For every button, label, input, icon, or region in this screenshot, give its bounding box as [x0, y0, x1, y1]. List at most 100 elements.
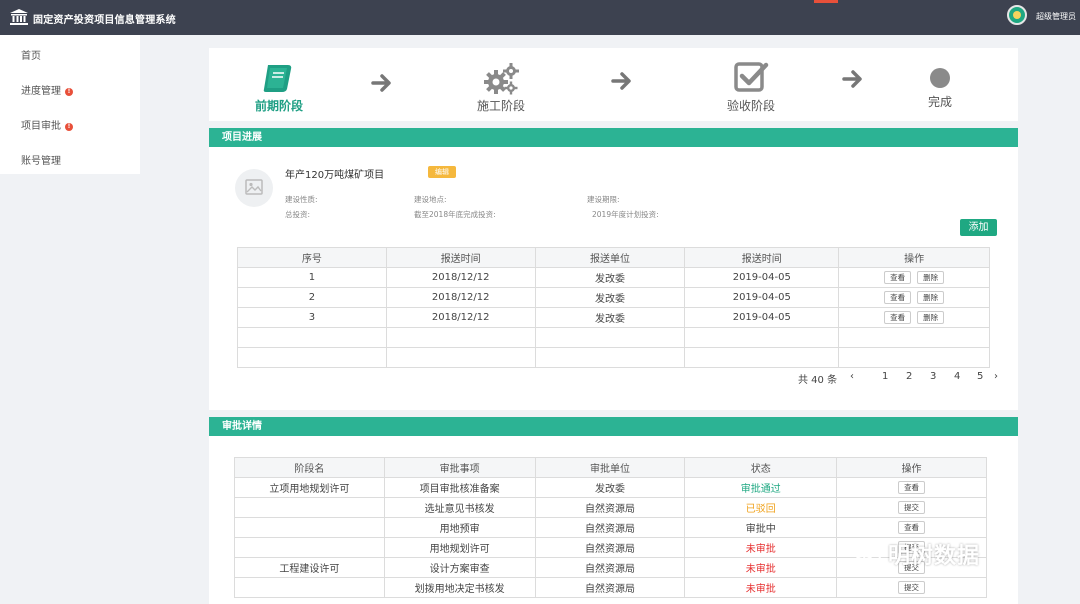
view-button[interactable]: 查看 — [884, 291, 912, 304]
alert-badge: ! — [65, 123, 73, 131]
page-link[interactable]: 4 — [954, 371, 960, 382]
project-thumbnail — [235, 169, 273, 207]
cell-actions: 查看 删除 — [838, 307, 990, 328]
wechat-icon — [853, 542, 881, 564]
cell-no — [237, 327, 387, 348]
page-link[interactable]: 1 — [882, 371, 888, 382]
cell-time — [684, 347, 840, 368]
table-row — [237, 327, 990, 348]
cell-phase: 工程建设许可 — [234, 557, 385, 578]
cell-unit: 发改委 — [534, 477, 686, 498]
cell-unit: 自然资源局 — [534, 517, 686, 538]
chevron-right-icon[interactable]: › — [994, 371, 998, 382]
cell-unit: 自然资源局 — [534, 497, 686, 518]
delete-button[interactable]: 删除 — [917, 271, 945, 284]
status-cell: 未审批 — [684, 557, 838, 578]
column-header: 操作 — [836, 457, 987, 478]
circle-icon — [930, 68, 950, 88]
meta-nature: 建设性质: — [285, 195, 318, 204]
chevron-left-icon[interactable]: ‹ — [850, 371, 854, 382]
stage-label: 完成 — [927, 95, 952, 109]
submit-button[interactable]: 提交 — [898, 501, 926, 514]
cell-unit: 自然资源局 — [534, 577, 686, 598]
cell-unit: 发改委 — [534, 267, 686, 288]
sidebar-item-accounts[interactable]: 账号管理 — [21, 152, 61, 167]
alert-badge: ! — [65, 88, 73, 96]
table-header-row: 序号 报送时间 报送单位 报送时间 操作 — [237, 247, 990, 268]
table-row: 立项用地规划许可 项目审批核准备案 发改委 审批通过 查看 — [234, 477, 987, 498]
stage-label: 验收阶段 — [726, 99, 775, 113]
cell-unit: 自然资源局 — [534, 557, 686, 578]
checkbox-icon — [734, 62, 769, 92]
sidebar-item-home[interactable]: 首页 — [21, 47, 41, 62]
book-icon — [263, 65, 292, 92]
cell-actions: 提交 — [836, 577, 987, 598]
delete-button[interactable]: 删除 — [917, 291, 945, 304]
submit-button[interactable]: 提交 — [898, 581, 926, 594]
cell-actions: 查看 — [836, 517, 987, 538]
cell-item: 设计方案审查 — [383, 557, 536, 578]
view-button[interactable]: 查看 — [884, 271, 912, 284]
meta-period: 建设期限: — [587, 195, 620, 204]
sidebar-item-label: 项目审批 — [21, 121, 61, 132]
cell-item: 用地规划许可 — [383, 537, 536, 558]
column-header: 报送时间 — [385, 247, 536, 268]
cell-item: 划拨用地决定书核发 — [383, 577, 536, 598]
stage-progress-panel: 前期阶段 施工阶段 验收阶段 完成 — [209, 48, 1018, 121]
cell-unit: 自然资源局 — [534, 537, 686, 558]
stage-preliminary[interactable]: 前期阶段 — [253, 62, 305, 114]
sidebar-item-approval[interactable]: 项目审批! — [21, 117, 73, 132]
status-cell: 已驳回 — [684, 497, 838, 518]
status-cell: 审批通过 — [684, 477, 838, 498]
table-row: 2 2018/12/12 发改委 2019-04-05 查看 删除 — [237, 287, 990, 308]
page-link[interactable]: 5 — [977, 371, 983, 382]
column-header: 报送时间 — [684, 247, 840, 268]
cell-phase — [234, 537, 385, 558]
sidebar-item-progress[interactable]: 进度管理! — [21, 82, 73, 97]
cell-unit: 发改委 — [534, 307, 686, 328]
page-link[interactable]: 2 — [906, 371, 912, 382]
delete-button[interactable]: 删除 — [917, 311, 945, 324]
view-button[interactable]: 查看 — [898, 481, 926, 494]
arrow-right-icon — [842, 70, 862, 88]
add-button[interactable]: 添加 — [960, 219, 997, 236]
page-link[interactable]: 3 — [930, 371, 936, 382]
cell-actions: 查看 删除 — [838, 287, 990, 308]
meta-location: 建设地点: — [414, 195, 447, 204]
stage-acceptance[interactable]: 验收阶段 — [721, 61, 781, 114]
cell-actions: 查看 删除 — [838, 267, 990, 288]
cell-unit — [534, 347, 686, 368]
top-bar: 固定资产投资项目信息管理系统 超级管理员 — [0, 0, 1080, 35]
sidebar-item-label: 进度管理 — [21, 86, 61, 97]
edit-badge[interactable]: 编辑 — [428, 166, 456, 178]
view-button[interactable]: 查看 — [884, 311, 912, 324]
cell-no — [237, 347, 387, 368]
cell-time: 2019-04-05 — [684, 307, 840, 328]
approval-panel: 阶段名 审批事项 审批单位 状态 操作 立项用地规划许可 项目审批核准备案 发改… — [209, 436, 1018, 604]
image-placeholder-icon — [245, 179, 263, 195]
project-name: 年产120万吨煤矿项目 — [285, 170, 385, 181]
view-button[interactable]: 查看 — [898, 521, 926, 534]
stage-complete[interactable]: 完成 — [920, 67, 960, 110]
cell-time: 2018/12/12 — [385, 287, 536, 308]
avatar[interactable] — [1007, 5, 1027, 25]
user-name[interactable]: 超级管理员 — [1036, 11, 1076, 22]
notification-marker — [814, 0, 838, 3]
column-header: 阶段名 — [234, 457, 385, 478]
cell-no: 3 — [237, 307, 387, 328]
table-row: 1 2018/12/12 发改委 2019-04-05 查看 删除 — [237, 267, 990, 288]
meta-plan-2019: 2019年度计划投资: — [592, 210, 659, 219]
status-cell: 未审批 — [684, 577, 838, 598]
pager-total: 共 40 条 — [798, 375, 838, 386]
arrow-right-icon — [371, 74, 391, 92]
status-cell: 审批中 — [684, 517, 838, 538]
column-header: 状态 — [684, 457, 838, 478]
stage-construction[interactable]: 施工阶段 — [471, 62, 531, 114]
progress-panel: 年产120万吨煤矿项目 编辑 建设性质: 建设地点: 建设期限: 总投资: 截至… — [209, 147, 1018, 410]
cell-no: 2 — [237, 287, 387, 308]
cell-phase: 立项用地规划许可 — [234, 477, 385, 498]
cell-unit — [534, 327, 686, 348]
meta-total-investment: 总投资: — [285, 210, 311, 219]
column-header: 操作 — [838, 247, 990, 268]
table-row — [237, 347, 990, 368]
